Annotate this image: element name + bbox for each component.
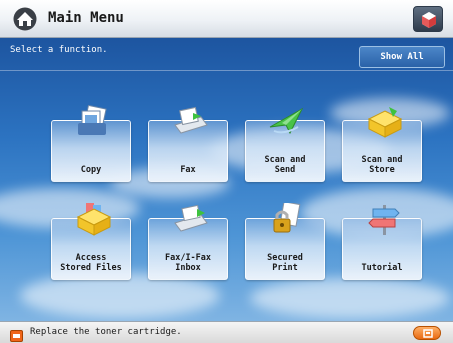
page-title: Main Menu — [48, 10, 124, 26]
home-icon[interactable] — [12, 7, 38, 31]
secured-print-button[interactable]: Secured Print — [245, 201, 325, 280]
fax-inbox-icon — [171, 203, 209, 237]
tile-label: Secured Print — [267, 253, 303, 273]
tile-label: Fax/I-Fax Inbox — [164, 253, 212, 273]
status-monitor-button[interactable] — [413, 326, 441, 340]
stored-files-icon — [74, 203, 112, 237]
copy-icon — [74, 104, 112, 139]
tile-label: Access Stored Files — [60, 253, 122, 273]
status-monitor-icon — [423, 329, 433, 338]
header-bar: Main Menu — [0, 0, 453, 38]
tile-label: Tutorial — [361, 263, 403, 273]
status-bar: Replace the toner cartridge. — [0, 321, 453, 343]
fax-button[interactable]: Fax — [148, 106, 228, 182]
tile-label: Scan and Store — [361, 155, 403, 175]
scan-send-icon — [268, 105, 306, 139]
function-area: Select a function. Show All Copy Fax Sca… — [0, 38, 453, 321]
tile-label: Copy — [80, 165, 102, 175]
access-stored-files-button[interactable]: Access Stored Files — [51, 203, 131, 280]
copy-button[interactable]: Copy — [51, 104, 131, 182]
tile-label: Fax — [180, 165, 196, 175]
status-message: Replace the toner cartridge. — [30, 327, 182, 337]
secured-print-icon — [268, 201, 306, 237]
tile-label: Scan and Send — [264, 155, 306, 175]
main-menu-screen: Main Menu Select a function. Show All Co… — [0, 0, 453, 343]
fax-icon — [171, 105, 209, 139]
toner-alert-icon — [10, 327, 23, 342]
scan-and-store-button[interactable]: Scan and Store — [342, 107, 422, 182]
fax-inbox-button[interactable]: Fax/I-Fax Inbox — [148, 204, 228, 280]
divider — [0, 70, 453, 71]
scan-store-icon — [365, 105, 403, 139]
counter-check-icon — [422, 12, 436, 28]
tutorial-button[interactable]: Tutorial — [342, 205, 422, 280]
instruction-text: Select a function. — [10, 45, 108, 55]
show-all-button[interactable]: Show All — [359, 46, 445, 68]
counter-check-button[interactable] — [413, 6, 443, 32]
scan-and-send-button[interactable]: Scan and Send — [245, 107, 325, 182]
tutorial-icon — [365, 203, 403, 237]
